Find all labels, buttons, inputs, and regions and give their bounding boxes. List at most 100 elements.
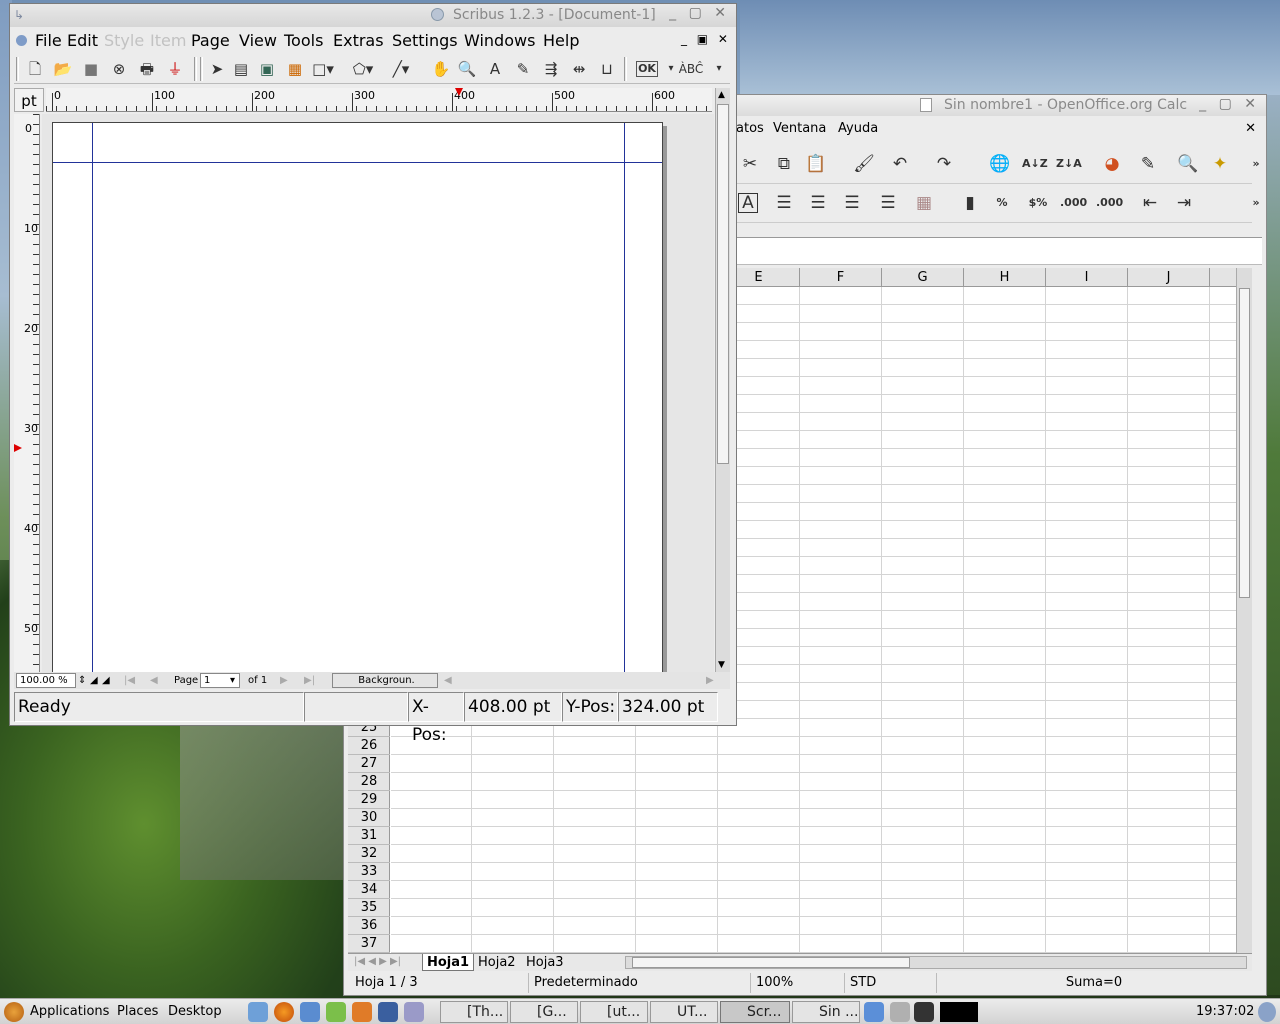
rotate-icon[interactable]: ✋ <box>430 58 452 80</box>
remove-decimal-button[interactable]: .000 <box>1096 191 1123 215</box>
menu-view[interactable]: View <box>239 31 277 50</box>
mail-launcher-icon[interactable] <box>248 1002 268 1022</box>
sort-descending-icon[interactable]: Z↓A <box>1056 152 1082 176</box>
calc-window-buttons[interactable]: _ ▢ ✕ <box>1199 96 1260 112</box>
menu-settings[interactable]: Settings <box>392 31 458 50</box>
update-notifier-icon[interactable] <box>1258 1002 1276 1022</box>
text-frame-icon[interactable]: ▤ <box>230 58 252 80</box>
table-icon[interactable]: ▦ <box>284 58 306 80</box>
menu-tools[interactable]: Tools <box>284 31 323 50</box>
calc-menu-ayuda[interactable]: Ayuda <box>838 121 878 136</box>
find-icon[interactable]: 🔍 <box>1176 152 1200 176</box>
zoom-input[interactable]: 100.00 % <box>16 673 76 688</box>
hscroll-right-icon[interactable]: ▶ <box>706 672 714 689</box>
decrease-indent-icon[interactable]: ⇤ <box>1138 191 1162 215</box>
clone-format-icon[interactable]: 🖌 <box>852 152 876 176</box>
percent-button[interactable]: % <box>990 191 1014 215</box>
row-header[interactable]: 29 <box>348 791 390 809</box>
copy-icon[interactable]: ⧉ <box>772 152 796 176</box>
open-icon[interactable]: 📂 <box>52 58 74 80</box>
menu-help[interactable]: Help <box>543 31 579 50</box>
last-page-icon[interactable]: ▶| <box>304 672 315 689</box>
scribus-window[interactable]: ↳ Scribus 1.2.3 - [Document-1] _ ▢ ✕ Fil… <box>9 3 737 745</box>
row-header[interactable]: 32 <box>348 845 390 863</box>
pdf-export-icon[interactable]: ⏚ <box>164 58 186 80</box>
window-menu-icon[interactable]: ↳ <box>14 8 24 22</box>
menu-file[interactable]: File <box>35 31 62 50</box>
currency-icon[interactable]: ▮ <box>958 191 982 215</box>
firefox-launcher-icon[interactable] <box>274 1002 294 1022</box>
calc-menu-ventana[interactable]: Ventana <box>773 121 826 136</box>
app-menu-icon[interactable] <box>16 35 27 46</box>
hscroll-left-icon[interactable]: ◀ <box>444 672 452 689</box>
column-header[interactable]: H <box>964 268 1046 287</box>
row-header[interactable]: 33 <box>348 863 390 881</box>
more-tools-icon[interactable]: » <box>1244 152 1268 176</box>
zoom-icon[interactable]: 🔍 <box>456 58 478 80</box>
applications-menu[interactable]: Applications <box>30 1004 109 1019</box>
first-page-icon[interactable]: |◀ <box>124 672 135 689</box>
formula-input[interactable] <box>736 237 1262 265</box>
clock[interactable]: 19:37:02 <box>1196 1004 1254 1019</box>
row-header[interactable]: 30 <box>348 809 390 827</box>
scribus-window-buttons[interactable]: _ ▢ ✕ <box>669 5 730 21</box>
task-button[interactable]: UT... <box>650 1001 718 1023</box>
row-header[interactable]: 36 <box>348 917 390 935</box>
next-page-icon[interactable]: ▶ <box>280 672 288 689</box>
status-mode[interactable]: STD <box>844 973 884 993</box>
scroll-thumb[interactable] <box>717 104 729 464</box>
sheet-tab-hoja2[interactable]: Hoja2 <box>474 954 520 971</box>
status-zoom[interactable]: 100% <box>750 973 798 993</box>
task-button-calc[interactable]: Sin ... <box>792 1001 860 1023</box>
row-header[interactable]: 26 <box>348 737 390 755</box>
column-header[interactable]: F <box>800 268 882 287</box>
column-header[interactable]: G <box>882 268 964 287</box>
sheet-tab-hoja1[interactable]: Hoja1 <box>422 954 475 971</box>
row-header[interactable]: 28 <box>348 773 390 791</box>
pdf-tools-button[interactable]: OK <box>636 61 658 77</box>
row-header[interactable]: 35 <box>348 899 390 917</box>
calc-vertical-scrollbar[interactable] <box>1236 268 1252 953</box>
speech-icon[interactable] <box>890 1002 910 1022</box>
column-header[interactable]: J <box>1128 268 1210 287</box>
align-right-icon[interactable]: ☰ <box>840 191 864 215</box>
menu-windows[interactable]: Windows <box>464 31 535 50</box>
calc-menu-item[interactable]: atos <box>736 121 764 136</box>
image-frame-icon[interactable]: ▣ <box>256 58 278 80</box>
row-header[interactable]: 27 <box>348 755 390 773</box>
sheet-tab-hoja3[interactable]: Hoja3 <box>522 954 568 971</box>
print-icon[interactable]: 🖶 <box>136 58 158 80</box>
justify-icon[interactable]: ☰ <box>876 191 900 215</box>
cut-icon[interactable]: ✂ <box>738 152 762 176</box>
scroll-down-icon[interactable]: ▼ <box>718 660 725 670</box>
user-status-icon[interactable] <box>864 1002 884 1022</box>
calc-horizontal-scrollbar[interactable] <box>625 956 1247 969</box>
ruler-units[interactable]: pt <box>14 88 44 112</box>
column-header[interactable]: I <box>1046 268 1128 287</box>
home-launcher-icon[interactable] <box>352 1002 372 1022</box>
task-button[interactable]: [G... <box>510 1001 578 1023</box>
redo-icon[interactable]: ↷ <box>932 152 956 176</box>
close-document-icon[interactable]: ✕ <box>1245 121 1256 136</box>
number-format-button[interactable]: $% <box>1026 191 1050 215</box>
network-icon[interactable] <box>914 1002 934 1022</box>
document-canvas[interactable] <box>42 114 714 672</box>
menu-extras[interactable]: Extras <box>333 31 384 50</box>
chevron-down-icon[interactable]: ▾ <box>230 672 235 689</box>
show-desktop-icon[interactable] <box>378 1002 398 1022</box>
draw-icon[interactable]: ✎ <box>1136 152 1160 176</box>
polygon-icon[interactable]: ⬠▾ <box>352 58 374 80</box>
menu-edit[interactable]: Edit <box>67 31 98 50</box>
sort-ascending-icon[interactable]: A↓Z <box>1022 152 1048 176</box>
unlink-frames-icon[interactable]: ⇹ <box>568 58 590 80</box>
scribus-titlebar[interactable]: ↳ Scribus 1.2.3 - [Document-1] _ ▢ ✕ <box>10 4 736 27</box>
line-icon[interactable]: ╱▾ <box>390 58 412 80</box>
paste-icon[interactable]: 📋 <box>804 152 828 176</box>
places-menu[interactable]: Places <box>117 1004 158 1019</box>
scribus-vertical-scrollbar[interactable]: ▲ ▼ <box>715 88 730 672</box>
gnome-foot-icon[interactable] <box>4 1002 24 1022</box>
align-center-icon[interactable]: ☰ <box>806 191 830 215</box>
mdi-window-buttons[interactable]: _ ▣ ✕ <box>681 32 731 46</box>
layer-select[interactable]: Backgroun. <box>332 673 438 688</box>
close-doc-icon[interactable]: ⊗ <box>108 58 130 80</box>
